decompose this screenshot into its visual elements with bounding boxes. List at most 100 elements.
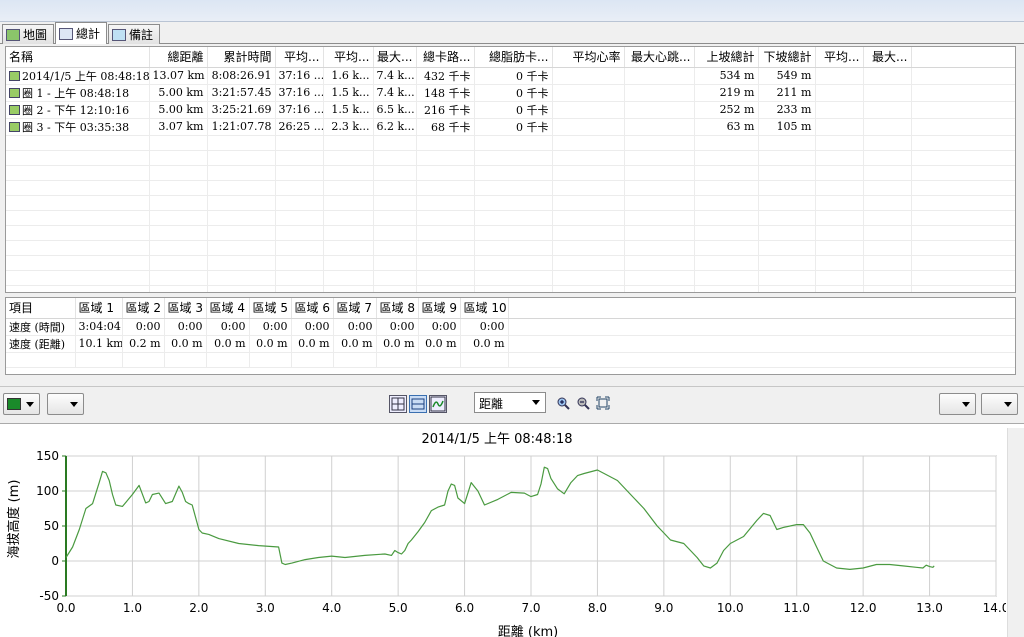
col-header[interactable]: 區域 3 [164, 298, 207, 319]
x-axis-label: 距離 (km) [498, 625, 558, 637]
zone-row[interactable]: 速度 (時間) 3:04:04 0:00 0:00 0:00 0:00 0:00 0:00 0:… [6, 318, 1015, 336]
lap-row[interactable]: 圈 2 - 下午 12:10:16 5.00 km 3:25:21.69 37:16 … [6, 101, 1015, 119]
col-header[interactable]: 平均... [323, 47, 374, 68]
lap-cell-text: 8:08:26.91 [211, 69, 272, 82]
col-header[interactable]: 區域 6 [291, 298, 334, 319]
empty-cell [911, 101, 1015, 119]
empty-cell [6, 240, 150, 256]
x-tick-label: 6.0 [455, 601, 474, 615]
col-header[interactable]: 累計時間 [207, 47, 276, 68]
lap-cell: 549 m [758, 67, 816, 85]
lap-cell: 0 千卡 [474, 118, 553, 136]
empty-cell [373, 255, 417, 271]
lap-cell: 3:21:57.45 [207, 84, 276, 102]
col-header[interactable]: 總脂肪卡... [474, 47, 553, 68]
empty-row [6, 165, 1015, 181]
empty-cell [323, 225, 374, 241]
empty-row [6, 135, 1015, 151]
zoom-out-icon[interactable] [576, 396, 590, 410]
col-header[interactable]: 區域 4 [206, 298, 250, 319]
col-header[interactable]: 區域 2 [122, 298, 165, 319]
line-chart-icon[interactable] [429, 395, 447, 413]
lap-cell: 534 m [694, 67, 759, 85]
split-view-icon[interactable] [389, 395, 407, 413]
col-header[interactable]: 區域 7 [333, 298, 377, 319]
col-header[interactable]: 上坡總計 [694, 47, 759, 68]
col-header[interactable]: 區域 10 [460, 298, 509, 319]
chart-title: 2014/1/5 上午 08:48:18 [421, 432, 572, 447]
lap-cell-text: 1.5 k... [331, 86, 370, 99]
tab-map[interactable]: 地圖 [2, 24, 54, 44]
col-header[interactable]: 區域 8 [376, 298, 419, 319]
col-header[interactable]: 最大... [863, 47, 912, 68]
lap-cell: 37:16 ... [275, 101, 324, 119]
lap-cell: 1.5 k... [323, 84, 374, 102]
zone-cell [460, 352, 509, 368]
col-header[interactable]: 下坡總計 [758, 47, 816, 68]
zone-cell [122, 352, 165, 368]
zone-cell: 0.0 m [291, 335, 334, 353]
col-header[interactable]: 項目 [6, 298, 76, 319]
col-header[interactable]: 總距離 [149, 47, 208, 68]
x-axis-select-value: 距離 [479, 397, 504, 411]
zone-row[interactable]: 速度 (距離) 10.1 km 0.2 m 0.0 m 0.0 m 0.0 m 0.0 m0… [6, 335, 1015, 353]
zone-cell [249, 352, 292, 368]
chart-scrollbar[interactable] [1007, 428, 1024, 637]
empty-cell [207, 135, 276, 151]
elevation-chart[interactable]: 0.0 1.0 2.0 3.0 4.0 5.0 6.0 7.0 8.0 9.0 10.0 11.0 12… [0, 424, 1009, 637]
empty-cell [275, 165, 324, 181]
tab-summary[interactable]: 總計 [55, 22, 107, 44]
empty-cell [624, 210, 695, 226]
col-header[interactable]: 最大心跳... [624, 47, 695, 68]
lap-row[interactable]: 圈 3 - 下午 03:35:38 3.07 km 1:21:07.78 26:25 … [6, 118, 1015, 136]
zoom-in-icon[interactable] [556, 396, 570, 410]
lap-cell-text: 圈 3 - 下午 03:35:38 [22, 120, 130, 134]
empty-cell [6, 225, 150, 241]
col-header[interactable]: 區域 1 [75, 298, 123, 319]
lap-cell [624, 101, 695, 119]
col-header[interactable]: 名稱 [6, 47, 150, 68]
col-header[interactable]: 區域 5 [249, 298, 292, 319]
lap-cell [863, 84, 912, 102]
col-header[interactable]: 平均... [815, 47, 864, 68]
empty-cell [474, 180, 553, 196]
right-option-dropdown-1[interactable] [939, 393, 976, 415]
elevation-chart-area: 0.0 1.0 2.0 3.0 4.0 5.0 6.0 7.0 8.0 9.0 10.0 11.0 12… [0, 423, 1024, 637]
empty-cell [207, 255, 276, 271]
empty-cell [758, 285, 816, 292]
zone-cell: 0:00 [333, 318, 377, 336]
tab-notes[interactable]: 備註 [108, 24, 160, 44]
empty-cell [552, 180, 625, 196]
lap-cell [863, 101, 912, 119]
y-tick-label: -50 [39, 589, 59, 603]
x-axis-select[interactable]: 距離 [474, 392, 546, 413]
empty-cell [624, 165, 695, 181]
lap-icon [9, 104, 20, 115]
col-header[interactable]: 最大... [373, 47, 417, 68]
empty-row [6, 195, 1015, 211]
stack-view-icon[interactable] [409, 395, 427, 413]
empty-cell [416, 135, 475, 151]
empty-cell [474, 225, 553, 241]
lap-cell: 7.4 k... [373, 67, 417, 85]
empty-cell [911, 150, 1015, 166]
empty-cell [552, 150, 625, 166]
fit-icon[interactable] [596, 396, 610, 410]
lap-cell-text: 0 千卡 [516, 103, 549, 117]
lap-cell-text: 圈 2 - 下午 12:10:16 [22, 103, 130, 117]
zone-cell: 0:00 [291, 318, 334, 336]
lap-cell: 1:21:07.78 [207, 118, 276, 136]
lap-row[interactable]: 2014/1/5 上午 08:48:18 13.07 km 8:08:26.91 37… [6, 67, 1015, 85]
col-header[interactable]: 平均心率 [552, 47, 625, 68]
lap-row[interactable]: 圈 1 - 上午 08:48:18 5.00 km 3:21:57.45 37:16 … [6, 84, 1015, 102]
empty-cell [474, 195, 553, 211]
col-header[interactable]: 區域 9 [418, 298, 461, 319]
lap-cell: 圈 3 - 下午 03:35:38 [6, 118, 150, 136]
col-header[interactable]: 平均... [275, 47, 324, 68]
empty-cell [694, 285, 759, 292]
chart-options-dropdown[interactable] [47, 393, 84, 415]
line-color-dropdown[interactable] [3, 393, 40, 415]
col-header[interactable]: 總卡路... [416, 47, 475, 68]
empty-cell [149, 240, 208, 256]
right-option-dropdown-2[interactable] [981, 393, 1018, 415]
